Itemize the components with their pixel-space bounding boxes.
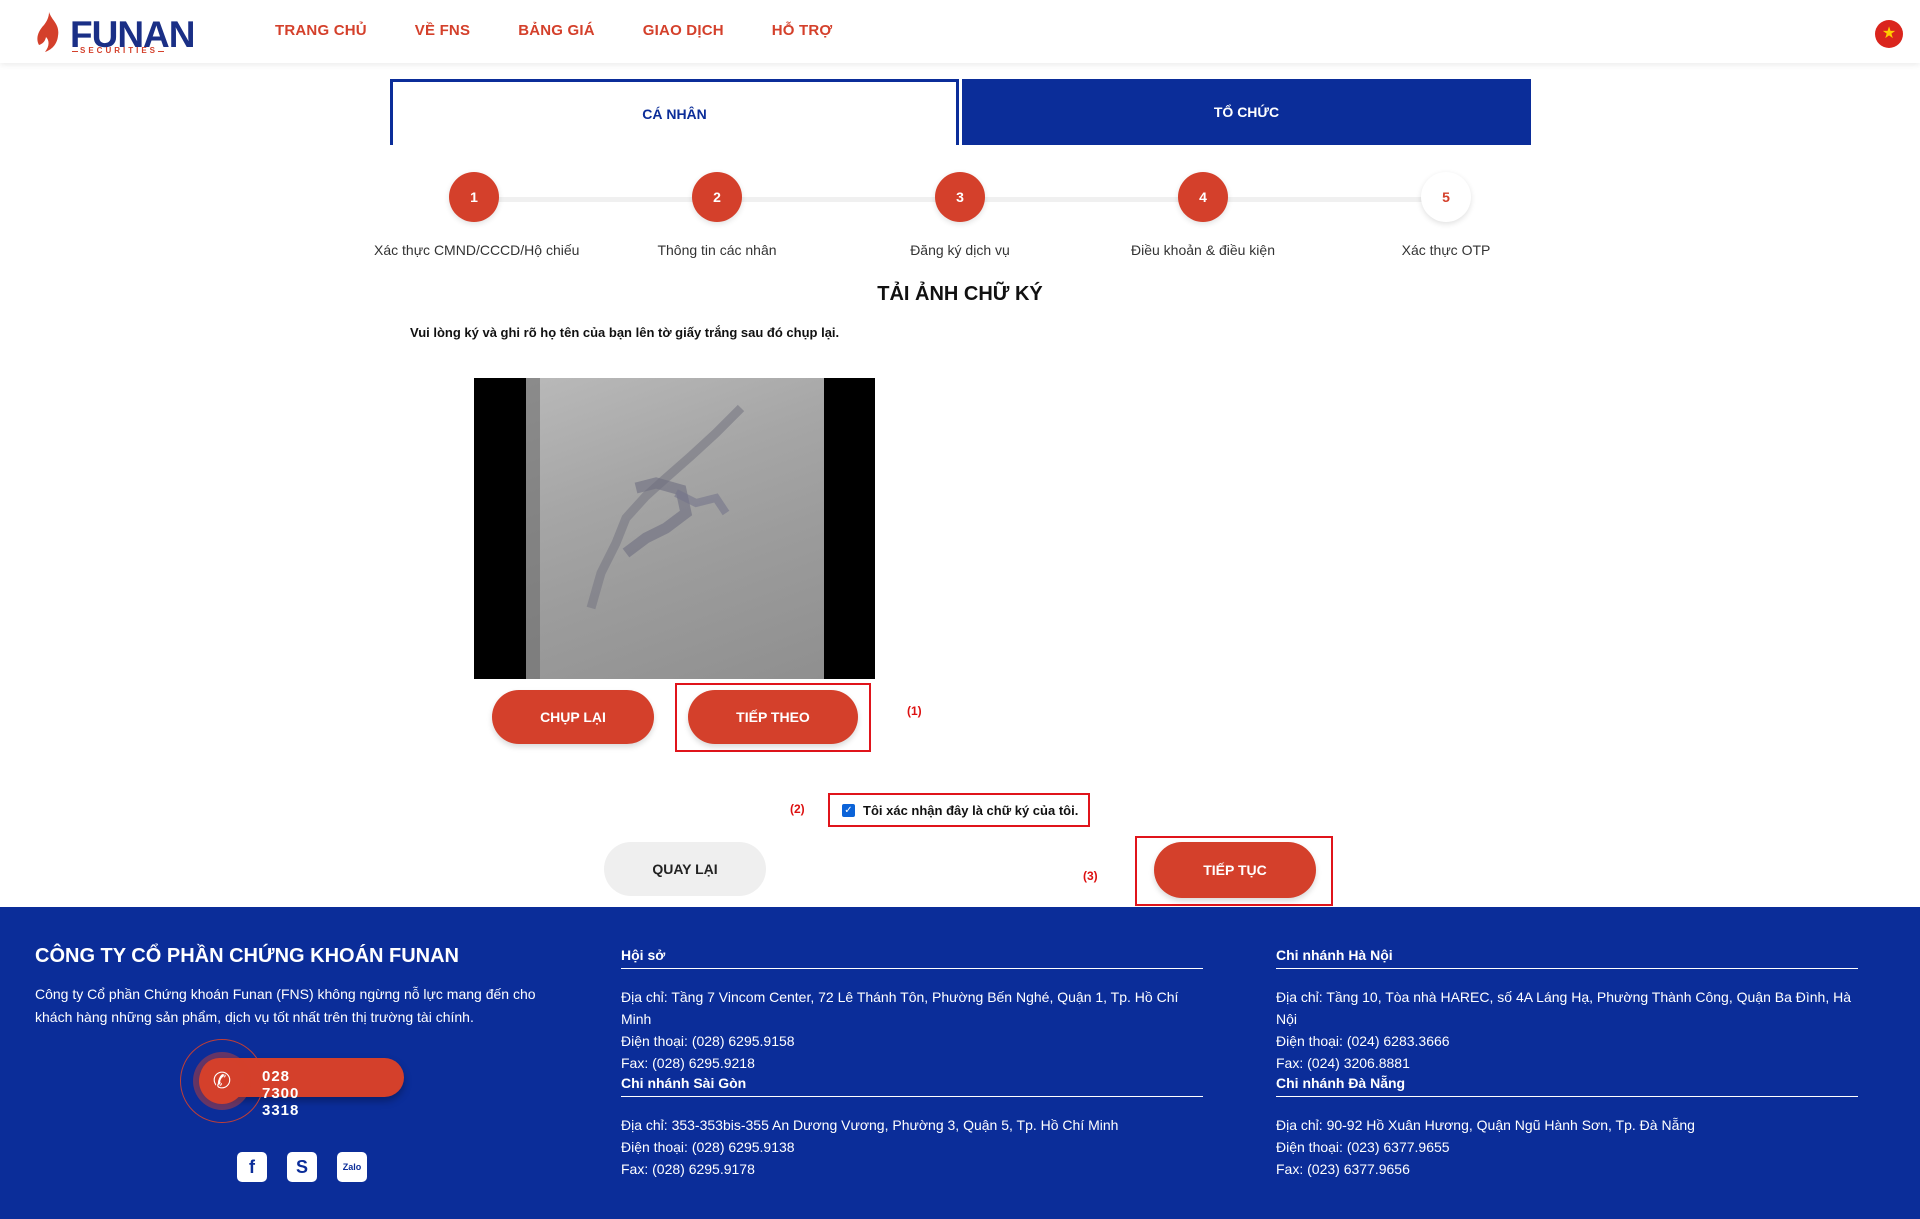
step-label: Đăng ký dịch vụ <box>910 242 1010 258</box>
office-title: Chi nhánh Đà Nẵng <box>1276 1075 1858 1097</box>
site-header: FUNAN SECURITIES TRANG CHỦ VỀ FNS BẢNG G… <box>0 0 1920 63</box>
signature-photo-preview <box>474 378 875 679</box>
next-button[interactable]: TIẾP THEO <box>688 690 858 744</box>
annotation-label-2: (2) <box>790 802 805 816</box>
signature-strokes-image <box>586 404 745 610</box>
office-head: Hội sở Địa chỉ: Tầng 7 Vincom Center, 72… <box>621 947 1203 1074</box>
signature-instruction: Vui lòng ký và ghi rõ họ tên của bạn lên… <box>410 325 840 340</box>
skype-icon[interactable]: S <box>287 1152 317 1182</box>
office-phone: Điện thoại: (024) 6283.3666 <box>1276 1033 1450 1049</box>
office-title: Hội sở <box>621 947 1203 969</box>
retake-button[interactable]: CHỤP LẠI <box>492 690 654 744</box>
footer-description: Công ty Cổ phần Chứng khoán Funan (FNS) … <box>35 986 536 1025</box>
step-3: 3 Đăng ký dịch vụ <box>860 172 1060 258</box>
nav-price-board[interactable]: BẢNG GIÁ <box>518 22 595 39</box>
footer-company-name: CÔNG TY CỔ PHẦN CHỨNG KHOÁN FUNAN <box>35 945 460 967</box>
office-title: Chi nhánh Sài Gòn <box>621 1075 1203 1097</box>
zalo-icon[interactable]: Zalo <box>337 1152 367 1182</box>
confirm-signature-label: Tôi xác nhận đây là chữ ký của tôi. <box>863 802 1079 818</box>
nav-home[interactable]: TRANG CHỦ <box>275 22 367 39</box>
office-saigon: Chi nhánh Sài Gòn Địa chỉ: 353-353bis-35… <box>621 1075 1203 1180</box>
office-phone: Điện thoại: (023) 6377.9655 <box>1276 1139 1450 1155</box>
step-5: 5 Xác thực OTP <box>1346 172 1546 258</box>
phone-icon[interactable]: ✆ <box>199 1058 245 1104</box>
social-links: f S Zalo <box>237 1152 367 1182</box>
funan-logo[interactable]: FUNAN SECURITIES <box>36 10 195 56</box>
hotline-number[interactable]: 028 7300 3318 <box>262 1068 299 1119</box>
continue-button[interactable]: TIẾP TỤC <box>1154 842 1316 898</box>
step-1: 1 Xác thực CMND/CCCD/Hộ chiếu <box>374 172 580 258</box>
tab-personal[interactable]: CÁ NHÂN <box>390 79 959 145</box>
site-footer: CÔNG TY CỔ PHẦN CHỨNG KHOÁN FUNAN Công t… <box>0 907 1920 1219</box>
step-number: 5 <box>1421 172 1471 222</box>
page-title: TẢI ẢNH CHỮ KÝ <box>877 283 1043 305</box>
office-fax: Fax: (028) 6295.9178 <box>621 1161 755 1177</box>
vietnam-flag-icon[interactable]: ★ <box>1875 20 1903 48</box>
signature-paper-image <box>526 378 824 679</box>
facebook-icon[interactable]: f <box>237 1152 267 1182</box>
office-hanoi: Chi nhánh Hà Nội Địa chỉ: Tầng 10, Tòa n… <box>1276 947 1858 1074</box>
office-danang: Chi nhánh Đà Nẵng Địa chỉ: 90-92 Hồ Xuân… <box>1276 1075 1858 1180</box>
step-number: 1 <box>449 172 499 222</box>
registration-stepper: 1 Xác thực CMND/CCCD/Hộ chiếu 2 Thông ti… <box>374 172 1530 262</box>
office-phone: Điện thoại: (028) 6295.9158 <box>621 1033 795 1049</box>
nav-trading[interactable]: GIAO DỊCH <box>643 22 724 39</box>
step-number: 3 <box>935 172 985 222</box>
main-nav: TRANG CHỦ VỀ FNS BẢNG GIÁ GIAO DỊCH HỖ T… <box>275 22 880 39</box>
office-address: Địa chỉ: Tầng 7 Vincom Center, 72 Lê Thá… <box>621 989 1179 1027</box>
back-button[interactable]: QUAY LẠI <box>604 842 766 896</box>
office-fax: Fax: (028) 6295.9218 <box>621 1055 755 1071</box>
office-address: Địa chỉ: 353-353bis-355 An Dương Vương, … <box>621 1117 1119 1133</box>
nav-about[interactable]: VỀ FNS <box>415 22 470 39</box>
annotation-label-1: (1) <box>907 704 922 718</box>
step-label: Xác thực CMND/CCCD/Hộ chiếu <box>374 242 580 258</box>
step-number: 4 <box>1178 172 1228 222</box>
step-label: Điều khoản & điều kiện <box>1131 242 1275 258</box>
annotation-label-3: (3) <box>1083 869 1098 883</box>
logo-subtext: SECURITIES <box>71 46 165 55</box>
confirm-signature-checkbox-row[interactable]: ✓ Tôi xác nhận đây là chữ ký của tôi. <box>828 793 1090 827</box>
office-address: Địa chỉ: Tầng 10, Tòa nhà HAREC, số 4A L… <box>1276 989 1852 1027</box>
step-4: 4 Điều khoản & điều kiện <box>1103 172 1303 258</box>
step-label: Xác thực OTP <box>1401 242 1491 258</box>
office-address: Địa chỉ: 90-92 Hồ Xuân Hương, Quận Ngũ H… <box>1276 1117 1695 1133</box>
checkbox-checked-icon[interactable]: ✓ <box>842 803 855 817</box>
nav-support[interactable]: HỖ TRỢ <box>772 22 833 39</box>
account-type-tabs: CÁ NHÂN TỔ CHỨC <box>390 79 1531 145</box>
office-phone: Điện thoại: (028) 6295.9138 <box>621 1139 795 1155</box>
step-2: 2 Thông tin các nhân <box>617 172 817 258</box>
flame-icon <box>37 12 59 52</box>
office-fax: Fax: (023) 6377.9656 <box>1276 1161 1410 1177</box>
step-number: 2 <box>692 172 742 222</box>
tab-organization[interactable]: TỔ CHỨC <box>962 79 1531 145</box>
office-title: Chi nhánh Hà Nội <box>1276 947 1858 969</box>
office-fax: Fax: (024) 3206.8881 <box>1276 1055 1410 1071</box>
step-label: Thông tin các nhân <box>657 242 777 258</box>
